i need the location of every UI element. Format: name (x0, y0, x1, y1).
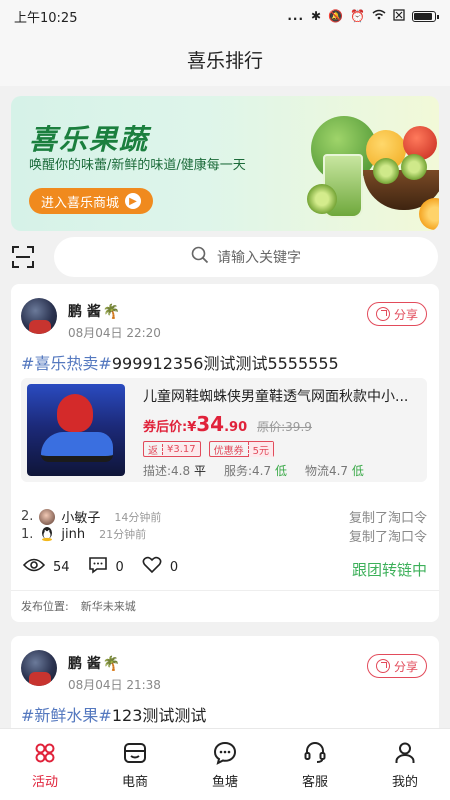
tab-profile[interactable]: 我的 (360, 729, 450, 800)
enter-mall-label: 进入喜乐商城 (41, 195, 120, 211)
tab-ecommerce[interactable]: 电商 (90, 729, 180, 800)
enter-mall-button[interactable]: 进入喜乐商城 ▶ (29, 188, 154, 214)
comments-stat[interactable]: 0 (88, 556, 124, 578)
post-stats: 54 0 0 (22, 556, 188, 578)
palm-emoji: 🌴 (102, 304, 121, 320)
price-label: 券后价: (143, 420, 188, 435)
user-icon (393, 741, 417, 765)
post-card: 鹏 酱 🌴 08月04日 22:20 分享 #喜乐热卖#999912356测试测试… (11, 284, 439, 622)
product-image[interactable] (27, 384, 125, 476)
rating-logistics: 物流4.7 低 (304, 464, 364, 478)
comment-icon (88, 556, 108, 578)
banner-title: 喜乐果蔬 (29, 123, 150, 156)
rating-desc: 描述:4.8 平 (143, 464, 206, 478)
avatar[interactable] (21, 298, 57, 334)
eye-icon (22, 557, 46, 577)
price-integer: 34 (196, 412, 225, 436)
post-location: 发布位置: 新华未来城 (21, 600, 136, 613)
views-stat: 54 (22, 557, 70, 577)
product-card[interactable]: 儿童网鞋蜘蛛侠男童鞋透气网面秋款中小... 券后价:¥34.90 原价:39.9… (21, 378, 427, 482)
tab-fishpond[interactable]: 鱼塘 (180, 729, 270, 800)
copy-action: 复制了淘口令 (348, 530, 427, 545)
post-time: 08月04日 21:38 (68, 678, 161, 692)
alarm-icon: ⏰ (350, 9, 365, 23)
avatar (39, 508, 56, 525)
tab-activity[interactable]: 活动 (0, 729, 90, 800)
hashtag[interactable]: #喜乐热卖# (21, 354, 112, 373)
palm-emoji: 🌴 (102, 656, 121, 672)
copier-name: jinh (61, 526, 86, 542)
search-placeholder: 请输入关键字 (217, 250, 301, 266)
copy-record: 2. 小敏子 14分钟前 (21, 508, 162, 526)
heart-icon (142, 556, 162, 578)
status-icons: ... ✱ 🔕 ⏰ (287, 8, 439, 24)
coupon-badge[interactable]: 优惠券 5元 (208, 441, 275, 457)
chat-bubble-icon (213, 741, 237, 765)
copier-name: 小敏子 (61, 511, 101, 526)
share-label: 分享 (393, 659, 418, 674)
bottom-nav: 活动 电商 鱼塘 客服 我的 (0, 728, 450, 800)
post-text: #新鲜水果#123测试测试 (21, 706, 207, 725)
share-button[interactable]: 分享 (366, 302, 427, 326)
copy-time: 14分钟前 (114, 510, 162, 524)
price-row: 券后价:¥34.90 原价:39.9 (143, 412, 312, 436)
shop-ratings: 描述:4.8 平 服务:4.7 低 物流4.7 低 (143, 462, 364, 479)
share-icon (375, 307, 390, 321)
status-time: 上午10:25 (14, 10, 78, 26)
headset-icon (303, 741, 327, 765)
rebate-badge: 返 ¥3.17 (143, 441, 201, 457)
app-header: 喜乐排行 (0, 32, 450, 86)
copy-action: 复制了淘口令 (348, 511, 427, 526)
currency-symbol: ¥ (187, 420, 197, 435)
arrow-right-icon: ▶ (125, 193, 142, 209)
share-icon (375, 659, 390, 673)
share-label: 分享 (393, 307, 418, 322)
follow-convert-button[interactable]: 跟团转链中 (352, 559, 427, 580)
qq-avatar-icon (39, 526, 55, 542)
product-title[interactable]: 儿童网鞋蜘蛛侠男童鞋透气网面秋款中小... (143, 386, 421, 406)
promo-banner[interactable]: 喜乐果蔬 唤醒你的味蕾/新鲜的味道/健康每一天 进入喜乐商城 ▶ (11, 96, 439, 231)
avatar[interactable] (21, 650, 57, 686)
hashtag[interactable]: #新鲜水果# (21, 706, 112, 725)
page-title: 喜乐排行 (186, 49, 263, 72)
tab-service[interactable]: 客服 (270, 729, 360, 800)
more-dots-icon: ... (287, 9, 305, 23)
divider (11, 590, 439, 591)
post-text: #喜乐热卖#999912356测试测试5555555 (21, 354, 339, 373)
search-icon (191, 246, 209, 268)
author-name[interactable]: 鹏 酱 🌴 (68, 653, 120, 673)
sim-icon (393, 8, 405, 24)
mute-icon: 🔕 (328, 9, 344, 23)
original-price: 原价:39.9 (257, 420, 312, 434)
bluetooth-icon: ✱ (311, 9, 322, 23)
post-time: 08月04日 22:20 (68, 326, 161, 340)
shop-icon (123, 741, 147, 765)
flower-icon (33, 741, 57, 765)
share-button[interactable]: 分享 (366, 654, 427, 678)
status-bar: 上午10:25 ... ✱ 🔕 ⏰ (0, 0, 450, 32)
price-decimal: .90 (224, 420, 248, 435)
search-input[interactable]: 请输入关键字 (54, 237, 438, 277)
banner-subtitle: 唤醒你的味蕾/新鲜的味道/健康每一天 (29, 158, 246, 173)
likes-stat[interactable]: 0 (142, 556, 178, 578)
copy-record: 1. jinh 21分钟前 (21, 526, 147, 542)
wifi-icon (372, 9, 386, 23)
battery-icon (412, 10, 439, 22)
copy-time: 21分钟前 (99, 528, 147, 541)
rating-service: 服务:4.7 低 (223, 464, 287, 478)
scan-icon[interactable] (12, 246, 34, 268)
badges: 返 ¥3.17 优惠券 5元 (143, 441, 275, 457)
author-name[interactable]: 鹏 酱 🌴 (68, 301, 120, 321)
